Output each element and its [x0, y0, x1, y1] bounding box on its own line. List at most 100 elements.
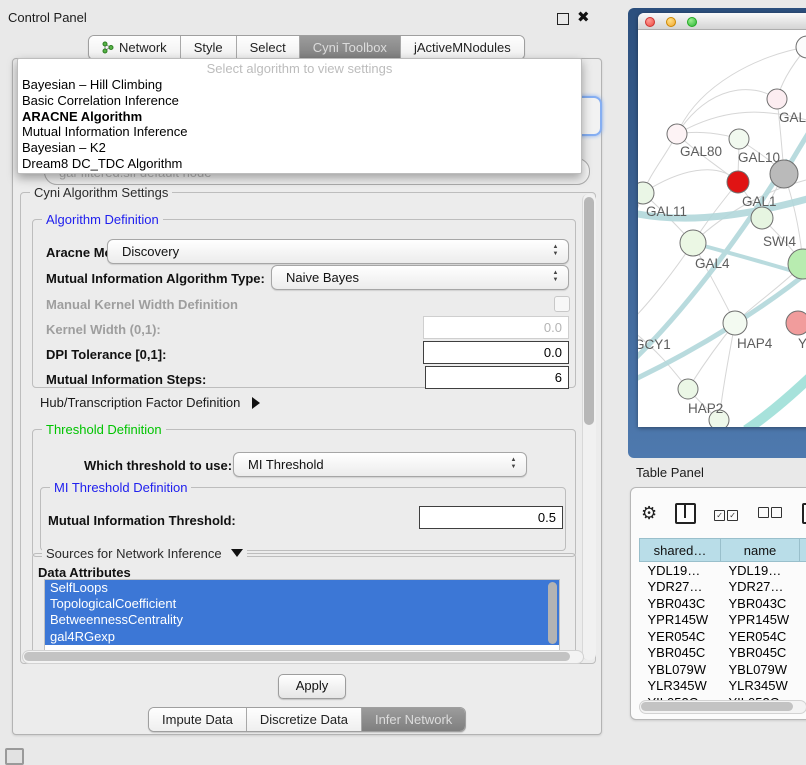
minimize-traffic-light-icon[interactable]: [666, 17, 676, 27]
network-node[interactable]: [786, 311, 806, 335]
algorithm-item-bayesian-hill-climbing[interactable]: Bayesian – Hill Climbing: [18, 77, 581, 93]
column-header-cut[interactable]: [800, 539, 806, 562]
node-label-hap4: HAP4: [737, 336, 773, 351]
table-row[interactable]: YBL079WYBL079W: [640, 661, 806, 678]
expanded-arrow-icon[interactable]: [231, 549, 243, 557]
gear-icon[interactable]: ⚙: [641, 503, 657, 523]
table-row[interactable]: YER054CYER054C8.: [640, 628, 806, 645]
network-node[interactable]: [678, 379, 698, 399]
sources-group-title: Sources for Network Inference: [42, 546, 247, 561]
sources-title-text: Sources for Network Inference: [46, 546, 222, 561]
minimized-panel-icon[interactable]: [5, 748, 24, 765]
apply-button[interactable]: Apply: [278, 674, 346, 699]
attr-list-vscrollbar-thumb[interactable]: [548, 582, 557, 644]
settings-hscrollbar-thumb[interactable]: [24, 652, 570, 661]
network-node[interactable]: [727, 171, 749, 193]
tab-jactivemnodules[interactable]: jActiveMNodules: [401, 36, 524, 59]
network-node[interactable]: [729, 129, 749, 149]
table-body: YDL19…YDL19…13YDR27…YDR27…12YBR043CYBR04…: [640, 562, 806, 711]
network-node[interactable]: [767, 89, 787, 109]
network-window: GAL7GAL80GAL10GAL1GAL11SWI4GAL4GCY1HAP4Y…: [638, 13, 806, 427]
data-attributes-label: Data Attributes: [38, 565, 131, 580]
deselect-all-columns-icon[interactable]: [758, 506, 784, 521]
node-label-gal1: GAL1: [742, 194, 777, 209]
network-canvas[interactable]: GAL7GAL80GAL10GAL1GAL11SWI4GAL4GCY1HAP4Y…: [638, 30, 806, 427]
manual-kernel-checkbox[interactable]: [554, 296, 570, 312]
network-node-labels: GAL7GAL80GAL10GAL1GAL11SWI4GAL4GCY1HAP4Y…: [638, 110, 806, 416]
close-icon[interactable]: ✖: [577, 8, 590, 26]
tab-cyni-toolbox[interactable]: Cyni Toolbox: [300, 36, 401, 59]
table-cell: YPR145W: [721, 612, 800, 629]
network-node[interactable]: [723, 311, 747, 335]
attribute-item-selfloops[interactable]: SelfLoops: [45, 580, 559, 596]
settings-vscrollbar[interactable]: [582, 194, 596, 660]
attr-items: SelfLoopsTopologicalCoefficientBetweenne…: [45, 580, 559, 645]
control-panel-tabs: NetworkStyleSelectCyni Toolbox jActiveMNo…: [88, 35, 525, 60]
tab-select[interactable]: Select: [237, 36, 300, 59]
dpi-tolerance-label: DPI Tolerance [0,1]:: [46, 347, 166, 362]
hub-definition-toggle[interactable]: Hub/Transcription Factor Definition: [40, 395, 260, 410]
split-columns-icon[interactable]: [675, 503, 696, 524]
zoom-traffic-light-icon[interactable]: [687, 17, 697, 27]
mi-steps-label: Mutual Information Steps:: [46, 372, 206, 387]
tab-discretize-data[interactable]: Discretize Data: [247, 708, 362, 731]
attribute-item-topologicalcoefficient[interactable]: TopologicalCoefficient: [45, 596, 559, 612]
table-hscrollbar[interactable]: [639, 700, 806, 714]
mi-type-label: Mutual Information Algorithm Type:: [46, 271, 265, 286]
which-threshold-combo[interactable]: MI Threshold ▲▼: [233, 452, 527, 477]
table-row[interactable]: YLR345WYLR345W9.: [640, 678, 806, 695]
settings-vscrollbar-thumb[interactable]: [584, 197, 594, 425]
node-label-swi4: SWI4: [763, 234, 796, 249]
node-label-gal4: GAL4: [695, 256, 730, 271]
close-traffic-light-icon[interactable]: [645, 17, 655, 27]
table-row[interactable]: YDL19…YDL19…13: [640, 562, 806, 579]
attribute-item-betweennesscentrality[interactable]: BetweennessCentrality: [45, 612, 559, 628]
settings-hscrollbar[interactable]: [22, 650, 584, 664]
tab-style[interactable]: Style: [181, 36, 237, 59]
algorithm-item-bayesian-k2[interactable]: Bayesian – K2: [18, 140, 581, 156]
attribute-item-gal4rgexp[interactable]: gal4RGexp: [45, 629, 559, 645]
float-window-icon[interactable]: [557, 13, 569, 25]
table-panel-title: Table Panel: [636, 465, 704, 480]
network-node[interactable]: [751, 207, 773, 229]
table-row[interactable]: YBR045CYBR045C9.: [640, 645, 806, 662]
network-node[interactable]: [680, 230, 706, 256]
kernel-width-field[interactable]: 0.0: [423, 316, 569, 339]
kernel-width-label: Kernel Width (0,1):: [46, 322, 161, 337]
export-table-icon[interactable]: [802, 503, 806, 524]
network-window-titlebar[interactable]: [638, 13, 806, 30]
column-header-name[interactable]: name: [721, 539, 800, 562]
table-cell: 9.: [800, 678, 806, 695]
stepper-icon: ▲▼: [509, 457, 518, 471]
mi-steps-field[interactable]: 6: [425, 366, 569, 389]
algorithm-item-aracne-algorithm[interactable]: ARACNE Algorithm: [18, 109, 581, 125]
tab-impute-data[interactable]: Impute Data: [149, 708, 247, 731]
algorithm-item-dream8-dc-tdc-algorithm[interactable]: Dream8 DC_TDC Algorithm: [18, 156, 581, 172]
tab-infer-network[interactable]: Infer Network: [362, 708, 465, 731]
select-all-columns-icon[interactable]: ✓✓: [714, 506, 740, 521]
network-node[interactable]: [667, 124, 687, 144]
algorithm-items: Bayesian – Hill ClimbingBasic Correlatio…: [18, 77, 581, 172]
stepper-icon: ▲▼: [551, 244, 560, 258]
column-header-shared[interactable]: shared…: [640, 539, 721, 562]
mi-threshold-field[interactable]: 0.5: [419, 506, 563, 529]
network-node[interactable]: [796, 36, 806, 58]
table-row[interactable]: YBR043CYBR043C: [640, 595, 806, 612]
table-row[interactable]: YPR145WYPR145W9.: [640, 612, 806, 629]
aracne-mode-combo[interactable]: Discovery ▲▼: [107, 239, 569, 264]
tab-network[interactable]: Network: [89, 36, 181, 59]
algorithm-item-basic-correlation-inference[interactable]: Basic Correlation Inference: [18, 93, 581, 109]
data-attributes-list[interactable]: SelfLoopsTopologicalCoefficientBetweenne…: [44, 579, 560, 654]
table-row[interactable]: YDR27…YDR27…12: [640, 579, 806, 596]
tab-label: Discretize Data: [260, 712, 348, 727]
app-root: { "control_panel": { "title": "Control P…: [0, 0, 806, 762]
table-hscrollbar-thumb[interactable]: [641, 702, 793, 711]
table-cell: YBR045C: [721, 645, 800, 662]
algorithm-item-mutual-information-inference[interactable]: Mutual Information Inference: [18, 124, 581, 140]
tab-label: jActiveMNodules: [414, 40, 511, 55]
network-node[interactable]: [788, 249, 806, 279]
table-cell: YDR27…: [640, 579, 721, 596]
mi-type-combo[interactable]: Naive Bayes ▲▼: [271, 265, 569, 290]
dpi-tolerance-field[interactable]: 0.0: [423, 341, 569, 364]
table-cell: YDR27…: [721, 579, 800, 596]
